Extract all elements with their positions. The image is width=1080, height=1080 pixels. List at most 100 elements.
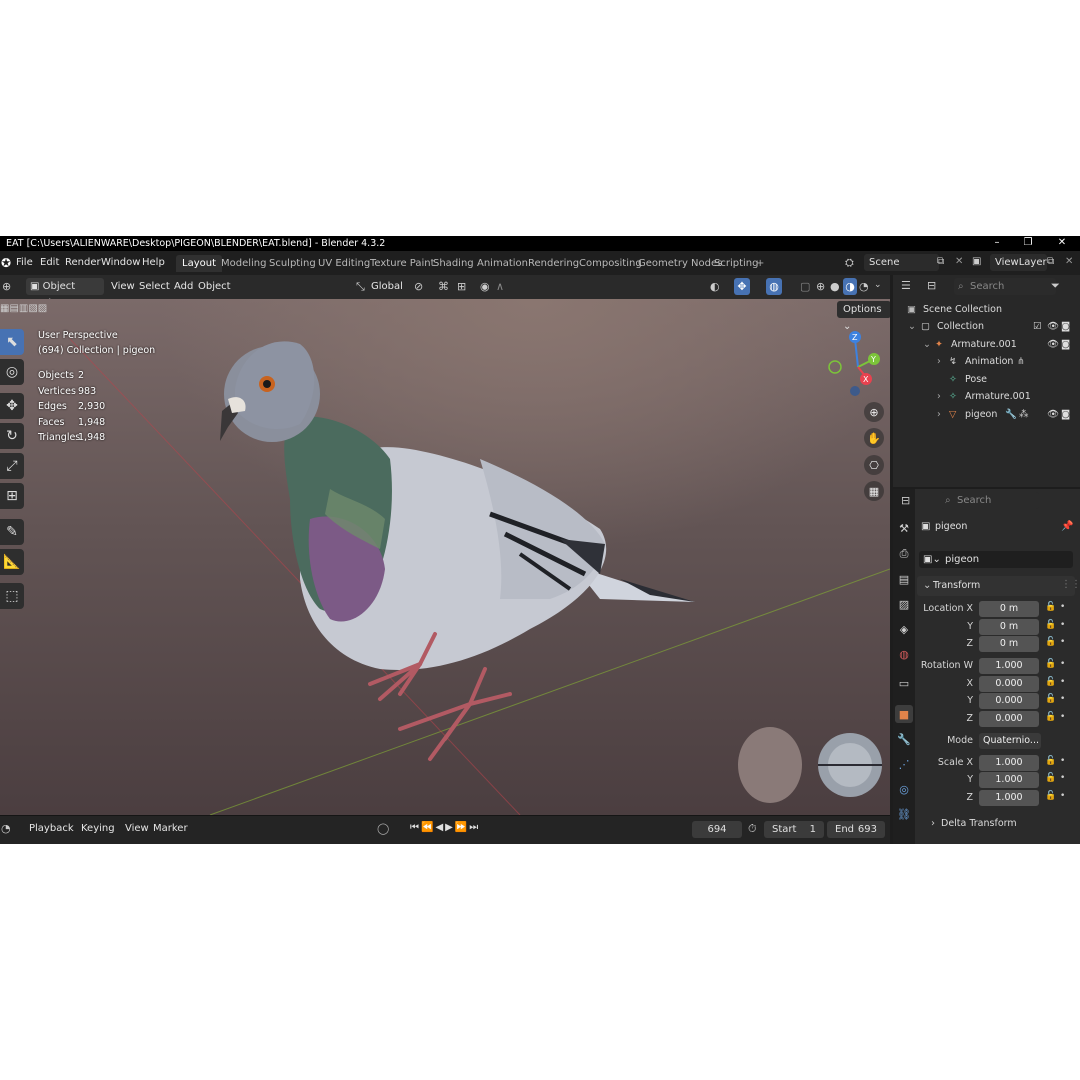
- camera-icon[interactable]: ◙: [1061, 318, 1070, 335]
- outliner-editor-icon[interactable]: ☰: [901, 279, 911, 292]
- camera-view-icon[interactable]: ⎔: [864, 455, 884, 475]
- render-tab-icon[interactable]: ⎙: [895, 545, 913, 563]
- properties-search-input[interactable]: ⌕ Search: [941, 492, 1039, 509]
- close-button[interactable]: ✕: [1047, 236, 1077, 250]
- outliner-row-armature[interactable]: ⌄ ✦ Armature.001 👁 ◙: [893, 336, 1080, 353]
- outliner-row-animation[interactable]: › ↯ Animation ⋔: [893, 353, 1080, 370]
- delete-scene-icon[interactable]: ✕: [955, 256, 963, 267]
- current-frame-field[interactable]: 694: [692, 821, 742, 838]
- delete-view-layer-icon[interactable]: ✕: [1065, 256, 1073, 267]
- mode-selector[interactable]: ▣ Object Mode ⌄: [26, 278, 104, 309]
- snap-icon[interactable]: ⌘: [438, 280, 449, 293]
- menu-select[interactable]: Select: [139, 281, 170, 292]
- properties-editor-icon[interactable]: ⊟: [901, 494, 910, 507]
- solid-shading-icon[interactable]: ●: [830, 280, 840, 293]
- pivot-icon[interactable]: ⊘: [414, 280, 423, 293]
- keyframe-dot-icon[interactable]: •: [1060, 791, 1065, 801]
- checkbox-icon[interactable]: ☑: [1033, 318, 1042, 335]
- editor-type-icon[interactable]: ⊕: [2, 280, 11, 293]
- menu-help[interactable]: Help: [142, 257, 165, 268]
- output-tab-icon[interactable]: ▤: [895, 570, 913, 588]
- selection-mode-icons[interactable]: ▦▤▥▧▨: [0, 303, 47, 314]
- measure-tool-icon[interactable]: 📐: [0, 549, 24, 575]
- visibility-icon[interactable]: ◐: [710, 280, 720, 293]
- add-cube-tool-icon[interactable]: ⬚: [0, 583, 24, 609]
- menu-file[interactable]: File: [16, 257, 33, 268]
- keyframe-dot-icon[interactable]: •: [1060, 677, 1065, 687]
- lock-icon[interactable]: 🔓: [1045, 694, 1056, 704]
- xray-icon[interactable]: ▢: [800, 280, 810, 293]
- pan-hand-icon[interactable]: ✋: [864, 428, 884, 448]
- constraints-tab-icon[interactable]: ⛓: [895, 805, 913, 823]
- rotate-tool-icon[interactable]: ↻: [0, 423, 24, 449]
- physics-tab-icon[interactable]: ◎: [895, 780, 913, 798]
- menu-view[interactable]: View: [111, 281, 135, 292]
- move-tool-icon[interactable]: ✥: [0, 393, 24, 419]
- scene-selector[interactable]: Scene: [864, 254, 939, 271]
- blender-logo-icon[interactable]: ✪: [1, 256, 11, 270]
- new-scene-icon[interactable]: ⧉: [937, 256, 944, 267]
- playback-controls-icon[interactable]: ⏮⏪◀▶⏩⏭: [410, 822, 480, 833]
- transform-panel-header[interactable]: ⌄ Transform ⋮⋮: [917, 576, 1080, 596]
- minimize-button[interactable]: –: [982, 236, 1012, 250]
- options-dropdown[interactable]: Options ⌄: [837, 301, 890, 332]
- lock-icon[interactable]: 🔓: [1045, 620, 1056, 630]
- gizmo-toggle-icon[interactable]: ✥: [734, 278, 750, 295]
- particles-tab-icon[interactable]: ⋰: [895, 755, 913, 773]
- rotation-mode-dropdown[interactable]: Quaternio... ⌄: [979, 733, 1041, 762]
- annotate-tool-icon[interactable]: ✎: [0, 519, 24, 545]
- view-layer-icon[interactable]: ▣: [972, 256, 981, 267]
- location-x-field[interactable]: 0 m: [979, 601, 1039, 617]
- new-view-layer-icon[interactable]: ⧉: [1047, 256, 1054, 267]
- world-tab-icon[interactable]: ◍: [895, 645, 913, 663]
- menu-view-timeline[interactable]: View: [125, 823, 149, 834]
- scale-x-field[interactable]: 1.000: [979, 755, 1039, 771]
- camera-icon[interactable]: ◙: [1061, 336, 1070, 353]
- object-name-field[interactable]: ▣⌄ pigeon: [919, 551, 1073, 568]
- rotation-x-field[interactable]: 0.000: [979, 676, 1039, 692]
- zoom-icon[interactable]: ⊕: [864, 402, 884, 422]
- eye-icon[interactable]: 👁: [1047, 406, 1059, 423]
- eye-icon[interactable]: 👁: [1047, 336, 1059, 353]
- snap-target-icon[interactable]: ⊞: [457, 280, 466, 293]
- cursor-tool-icon[interactable]: ◎: [0, 359, 24, 385]
- scene-icon[interactable]: ⛭: [845, 256, 854, 270]
- menu-add[interactable]: Add: [174, 281, 193, 292]
- filter-icon[interactable]: ⏷: [1051, 279, 1060, 293]
- rotation-z-field[interactable]: 0.000: [979, 711, 1039, 727]
- object-tab-icon[interactable]: ■: [895, 705, 913, 723]
- tool-tab-icon[interactable]: ⚒: [895, 519, 913, 537]
- end-frame-field[interactable]: End 693: [827, 821, 885, 838]
- add-workspace-button[interactable]: +: [750, 255, 770, 272]
- transform-orientation-icon[interactable]: ⤡: [356, 280, 365, 294]
- menu-edit[interactable]: Edit: [40, 257, 59, 268]
- navigation-gizmo[interactable]: Z Y X: [828, 329, 888, 399]
- view-layer-selector[interactable]: ViewLayer: [990, 254, 1047, 271]
- start-frame-field[interactable]: Start 1: [764, 821, 824, 838]
- display-mode-icon[interactable]: ⊟: [927, 279, 936, 292]
- keyframe-dot-icon[interactable]: •: [1060, 620, 1065, 630]
- menu-object[interactable]: Object: [198, 281, 231, 292]
- location-y-field[interactable]: 0 m: [979, 619, 1039, 635]
- outliner-row-pigeon[interactable]: › ▽ pigeon 🔧 ⁂ 👁 ◙: [893, 406, 1080, 423]
- keyframe-dot-icon[interactable]: •: [1060, 756, 1065, 766]
- lock-icon[interactable]: 🔓: [1045, 712, 1056, 722]
- lock-icon[interactable]: 🔓: [1045, 756, 1056, 766]
- menu-window[interactable]: Window: [101, 257, 140, 268]
- modifier-tab-icon[interactable]: 🔧: [895, 730, 913, 748]
- auto-keying-icon[interactable]: ◯: [377, 822, 389, 835]
- lock-icon[interactable]: 🔓: [1045, 602, 1056, 612]
- menu-keying[interactable]: Keying: [81, 823, 115, 834]
- rendered-shading-icon[interactable]: ◔: [859, 280, 869, 293]
- material-shading-icon[interactable]: ◑: [843, 278, 857, 295]
- 3d-viewport[interactable]: User Perspective (694) Collection | pige…: [0, 299, 890, 815]
- menu-render[interactable]: Render: [65, 257, 101, 268]
- delta-transform-subpanel[interactable]: › Delta Transform: [923, 815, 1073, 833]
- outliner-row-collection[interactable]: ⌄ ▢ Collection ☑ 👁 ◙: [893, 318, 1080, 335]
- outliner-row-scene-collection[interactable]: ▣ Scene Collection: [893, 301, 1080, 318]
- menu-marker[interactable]: Marker: [153, 823, 188, 834]
- keyframe-dot-icon[interactable]: •: [1060, 773, 1065, 783]
- lock-icon[interactable]: 🔓: [1045, 677, 1056, 687]
- perspective-toggle-icon[interactable]: ▦: [864, 481, 884, 501]
- keyframe-dot-icon[interactable]: •: [1060, 659, 1065, 669]
